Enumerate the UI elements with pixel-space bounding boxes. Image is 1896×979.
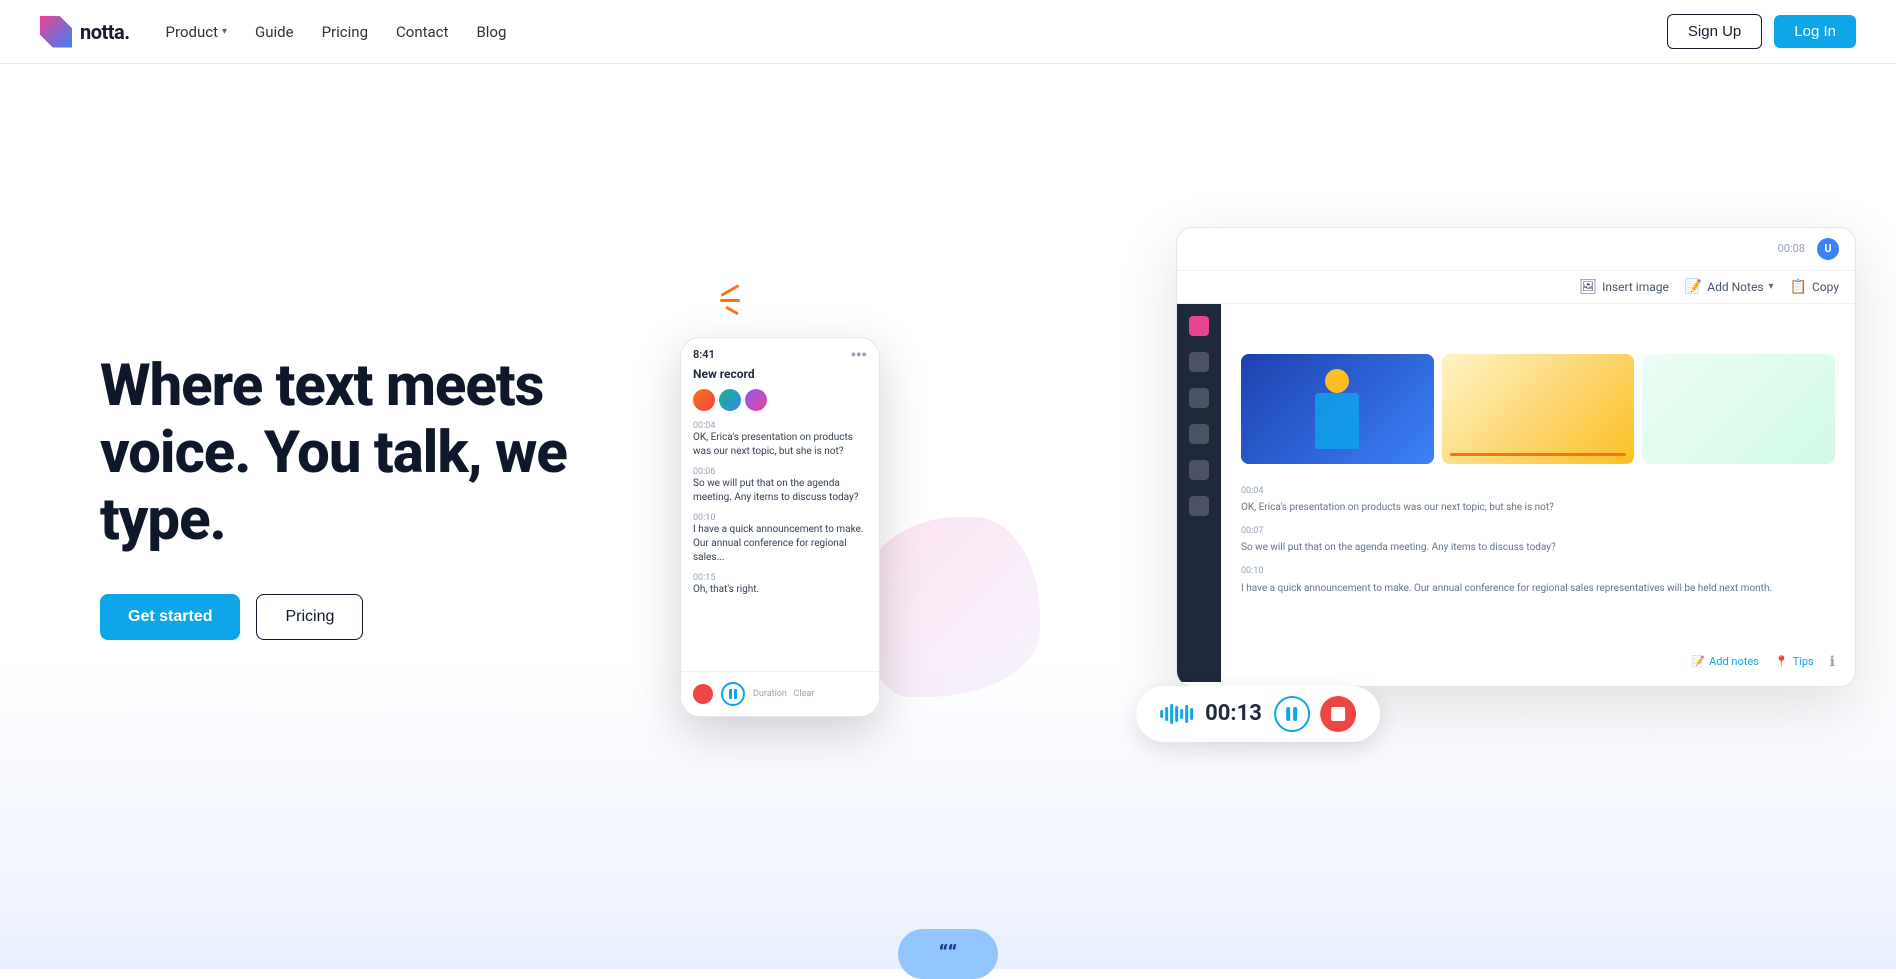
navbar-right: Sign Up Log In [1667,14,1856,49]
nav-contact[interactable]: Contact [396,23,448,41]
mockup-body: 00:04 OK, Erica's presentation on produc… [1177,304,1855,682]
wave-bar-6 [1185,705,1188,723]
copy-icon: 📋 [1790,279,1807,295]
mobile-avatar-3 [745,389,767,411]
navbar-left: notta. Product ▾ Guide Pricing Contact B… [40,16,506,48]
wave-bar-5 [1180,709,1183,719]
mockup-image-3 [1642,354,1835,464]
hero-section: Where text meets voice. You talk, we typ… [0,64,1896,909]
nav-product[interactable]: Product ▾ [166,23,227,41]
navbar: notta. Product ▾ Guide Pricing Contact B… [0,0,1896,64]
tips-icon: 📍 [1775,655,1789,668]
quote-bubble: ““ [898,929,998,979]
spark-line-1 [721,284,740,297]
mockup-image-2 [1442,354,1635,464]
add-notes-btn[interactable]: 📝 Add Notes ▾ [1685,279,1774,295]
mobile-avatar-2 [719,389,741,411]
mobile-status: ●●● [851,349,867,360]
chevron-down-icon: ▾ [222,26,227,37]
mobile-record-bar: Duration Clear [681,671,879,716]
pink-blob-decoration [860,517,1040,697]
logo[interactable]: notta. [40,16,130,48]
recording-time: 00:13 [1205,701,1262,726]
transcript-entry-3: 00:10 I have a quick announcement to mak… [1241,564,1835,596]
wave-bar-7 [1190,708,1193,720]
mobile-line-4: 00:15 Oh, that's right. [693,573,867,597]
waveform [1160,704,1193,724]
spark-line-3 [725,305,739,315]
nav-blog[interactable]: Blog [476,23,506,41]
image-icon: 🖼 [1579,279,1597,295]
mockup-image-grid [1241,354,1835,464]
desktop-mockup: 00:08 U 🖼 Insert image 📝 Add Notes ▾ 📋 C… [1176,227,1856,687]
mockup-image-1 [1241,354,1434,464]
notes-icon-small: 📝 [1691,655,1705,668]
mobile-transcript: 00:04 OK, Erica's presentation on produc… [681,421,879,597]
mobile-line-3: 00:10 I have a quick announcement to mak… [693,513,867,565]
mobile-line-1: 00:04 OK, Erica's presentation on produc… [693,421,867,459]
sidebar-item-6[interactable] [1189,496,1209,516]
sidebar-item-3[interactable] [1189,388,1209,408]
sidebar-item-5[interactable] [1189,460,1209,480]
mockup-sidebar [1177,304,1221,682]
mobile-header: 8:41 ●●● [681,338,879,367]
spark-decoration [720,277,770,327]
pricing-button[interactable]: Pricing [256,594,363,640]
bottom-section: ““ [0,909,1896,969]
hero-right: 00:08 U 🖼 Insert image 📝 Add Notes ▾ 📋 C… [660,197,1856,797]
nav-links: Product ▾ Guide Pricing Contact Blog [166,23,507,41]
hero-buttons: Get started Pricing [100,594,620,640]
copy-btn[interactable]: 📋 Copy [1790,279,1839,295]
logo-text: notta. [80,20,130,44]
spark-line-2 [720,299,740,302]
insert-image-btn[interactable]: 🖼 Insert image [1579,279,1669,295]
pause-icon [1286,707,1297,721]
stop-button[interactable] [1320,696,1356,732]
get-started-button[interactable]: Get started [100,594,240,640]
logo-icon [40,16,72,48]
wave-bar-2 [1165,707,1168,721]
pause-button[interactable] [1274,696,1310,732]
hero-title: Where text meets voice. You talk, we typ… [100,353,620,553]
chevron-down-icon: ▾ [1769,281,1774,292]
transcript-entry-1: 00:04 OK, Erica's presentation on produc… [1241,484,1835,516]
info-icon: ℹ [1830,654,1835,670]
add-notes-link[interactable]: 📝 Add notes [1691,655,1758,668]
nav-pricing[interactable]: Pricing [322,23,368,41]
mobile-title: New record [681,367,879,389]
stop-icon [1331,707,1345,721]
mobile-avatars [681,389,879,421]
spark-lines [720,277,770,327]
mobile-record-button[interactable] [693,684,713,704]
notes-icon: 📝 [1685,279,1702,295]
avatar: U [1817,238,1839,260]
recording-controls [1274,696,1356,732]
mobile-labels: Duration Clear [753,689,814,699]
pause-icon [729,689,737,699]
wave-bar-3 [1170,704,1173,724]
transcript-entry-2: 00:07 So we will put that on the agenda … [1241,524,1835,556]
signup-button[interactable]: Sign Up [1667,14,1762,49]
tips-link[interactable]: 📍 Tips [1775,655,1814,668]
mobile-mockup: 8:41 ●●● New record 00:04 OK, Erica's pr… [680,337,880,717]
sidebar-item-2[interactable] [1189,352,1209,372]
quote-marks: ““ [939,942,957,967]
wave-bar-4 [1175,706,1178,722]
mobile-avatar-1 [693,389,715,411]
mobile-line-2: 00:06 So we will put that on the agenda … [693,467,867,505]
hero-left: Where text meets voice. You talk, we typ… [100,353,620,639]
mockup-header: 00:08 U [1177,228,1855,271]
sidebar-item-1[interactable] [1189,316,1209,336]
mobile-pause-button[interactable] [721,682,745,706]
wave-bar-1 [1160,710,1163,718]
sidebar-item-4[interactable] [1189,424,1209,444]
transcript-area: 00:04 OK, Erica's presentation on produc… [1241,484,1835,605]
nav-guide[interactable]: Guide [255,23,294,41]
recording-indicator: 00:13 [1136,686,1380,742]
mockup-time: 00:08 [1778,242,1805,255]
mockup-footer-row: 📝 Add notes 📍 Tips ℹ [1241,654,1835,670]
mockup-content: 00:04 OK, Erica's presentation on produc… [1221,304,1855,682]
login-button[interactable]: Log In [1774,15,1856,48]
mockup-toolbar: 🖼 Insert image 📝 Add Notes ▾ 📋 Copy [1177,271,1855,304]
